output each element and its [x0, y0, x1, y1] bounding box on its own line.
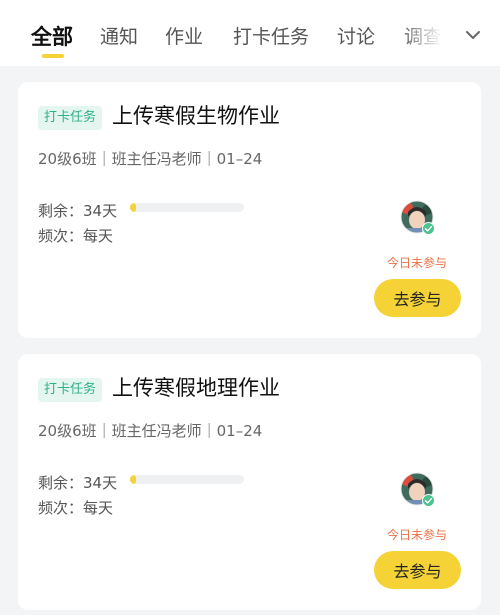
task-meta: 20级6班｜班主任冯老师｜01–24: [38, 422, 263, 440]
participation-status: 今日未参与: [387, 528, 448, 542]
join-button[interactable]: 去参与: [374, 279, 461, 317]
task-type-badge: 打卡任务: [38, 378, 103, 402]
tab-notice[interactable]: 通知: [100, 22, 138, 49]
tab-checkin-task[interactable]: 打卡任务: [233, 22, 309, 49]
task-card[interactable]: 打卡任务 上传寒假生物作业 20级6班｜班主任冯老师｜01–24 剩余：34天 …: [18, 82, 481, 338]
remaining-days-label: 剩余：34天: [38, 474, 118, 492]
task-type-badge: 打卡任务: [38, 106, 103, 130]
tab-overflow-fade: [400, 0, 500, 66]
check-icon: [422, 494, 435, 507]
participation-status: 今日未参与: [387, 256, 448, 270]
remaining-days-label: 剩余：34天: [38, 202, 118, 220]
task-title: 上传寒假地理作业: [112, 376, 280, 400]
frequency-label: 频次：每天: [38, 499, 114, 517]
chevron-down-icon[interactable]: [463, 25, 483, 45]
tab-all[interactable]: 全部: [31, 21, 73, 51]
check-icon: [422, 222, 435, 235]
tab-discussion[interactable]: 讨论: [337, 22, 375, 49]
progress-bar: [130, 475, 244, 484]
join-button[interactable]: 去参与: [374, 551, 461, 589]
tab-homework[interactable]: 作业: [165, 22, 203, 49]
task-meta: 20级6班｜班主任冯老师｜01–24: [38, 150, 263, 168]
progress-fill: [130, 203, 136, 212]
task-title: 上传寒假生物作业: [112, 104, 280, 128]
frequency-label: 频次：每天: [38, 227, 114, 245]
tab-bar: 全部 通知 作业 打卡任务 讨论 调查: [0, 0, 500, 66]
progress-fill: [130, 475, 136, 484]
task-card[interactable]: 打卡任务 上传寒假地理作业 20级6班｜班主任冯老师｜01–24 剩余：34天 …: [18, 354, 481, 610]
progress-bar: [130, 203, 244, 212]
active-tab-indicator: [42, 54, 64, 58]
